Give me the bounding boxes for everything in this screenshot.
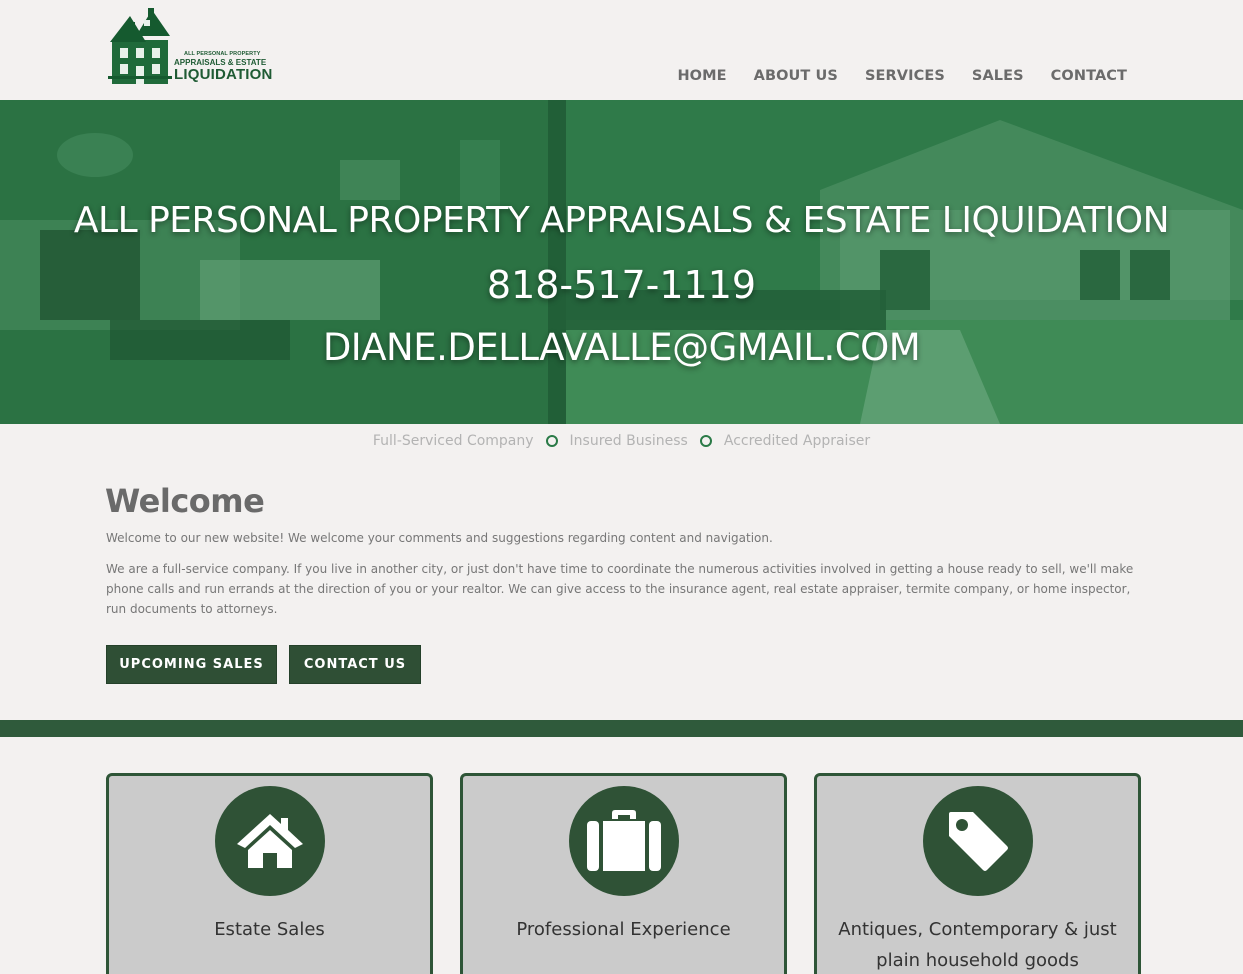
icon-circle [923,786,1033,896]
hero-title: ALL PERSONAL PROPERTY APPRAISALS & ESTAT… [73,200,1170,241]
card-label: Estate Sales [214,919,325,940]
circle-bullet-icon [699,435,712,447]
hero-banner: ALL PERSONAL PROPERTY APPRAISALS & ESTAT… [0,100,1243,424]
tagline-accredited: Accredited Appraiser [723,433,871,449]
briefcase-icon [587,810,661,871]
hero-background-image [0,100,1243,424]
icon-circle [569,786,679,896]
welcome-paragraph-2: We are a full-service company. If you li… [106,562,1134,616]
nav-sales[interactable]: SALES [972,68,1024,84]
logo-text: ALL PERSONAL PROPERTY APPRAISALS & ESTAT… [174,51,273,83]
contact-us-button[interactable]: CONTACT US [289,645,421,684]
service-card-professional-experience[interactable]: Professional Experience [460,773,787,974]
home-icon [237,814,303,868]
hero-email[interactable]: DIANE.DELLAVALLE@GMAIL.COM [0,326,1243,369]
card-label: Professional Experience [516,919,731,940]
tagline-insured: Insured Business [569,433,688,449]
upcoming-sales-button[interactable]: UPCOMING SALES [106,645,277,684]
house-logo-icon [108,8,172,84]
welcome-heading: Welcome [105,482,265,520]
hero-phone[interactable]: 818-517-1119 [0,263,1243,307]
icon-circle [215,786,325,896]
service-card-antiques[interactable]: Antiques, Contemporary & just plain hous… [814,773,1141,974]
site-header: ALL PERSONAL PROPERTY APPRAISALS & ESTAT… [0,0,1243,100]
nav-services[interactable]: SERVICES [865,68,945,84]
tagline-full-service: Full-Serviced Company [372,433,534,449]
tag-icon [949,812,1008,871]
nav-contact[interactable]: CONTACT [1051,68,1127,84]
nav-about-us[interactable]: ABOUT US [754,68,838,84]
section-divider [0,720,1243,737]
nav-home[interactable]: HOME [677,68,726,84]
card-label: Antiques, Contemporary & just plain hous… [838,919,1117,971]
service-card-estate-sales[interactable]: Estate Sales [106,773,433,974]
main-nav: HOME ABOUT US SERVICES SALES CONTACT [677,68,1127,84]
welcome-paragraph-1: Welcome to our new website! We welcome y… [106,531,773,545]
site-logo[interactable]: ALL PERSONAL PROPERTY APPRAISALS & ESTAT… [108,6,288,88]
logo-line3: LIQUIDATION [174,65,273,83]
logo-line1: ALL PERSONAL PROPERTY [184,51,261,57]
tagline-bar: Full-Serviced Company Insured Business A… [0,433,1243,449]
circle-bullet-icon [545,435,558,447]
